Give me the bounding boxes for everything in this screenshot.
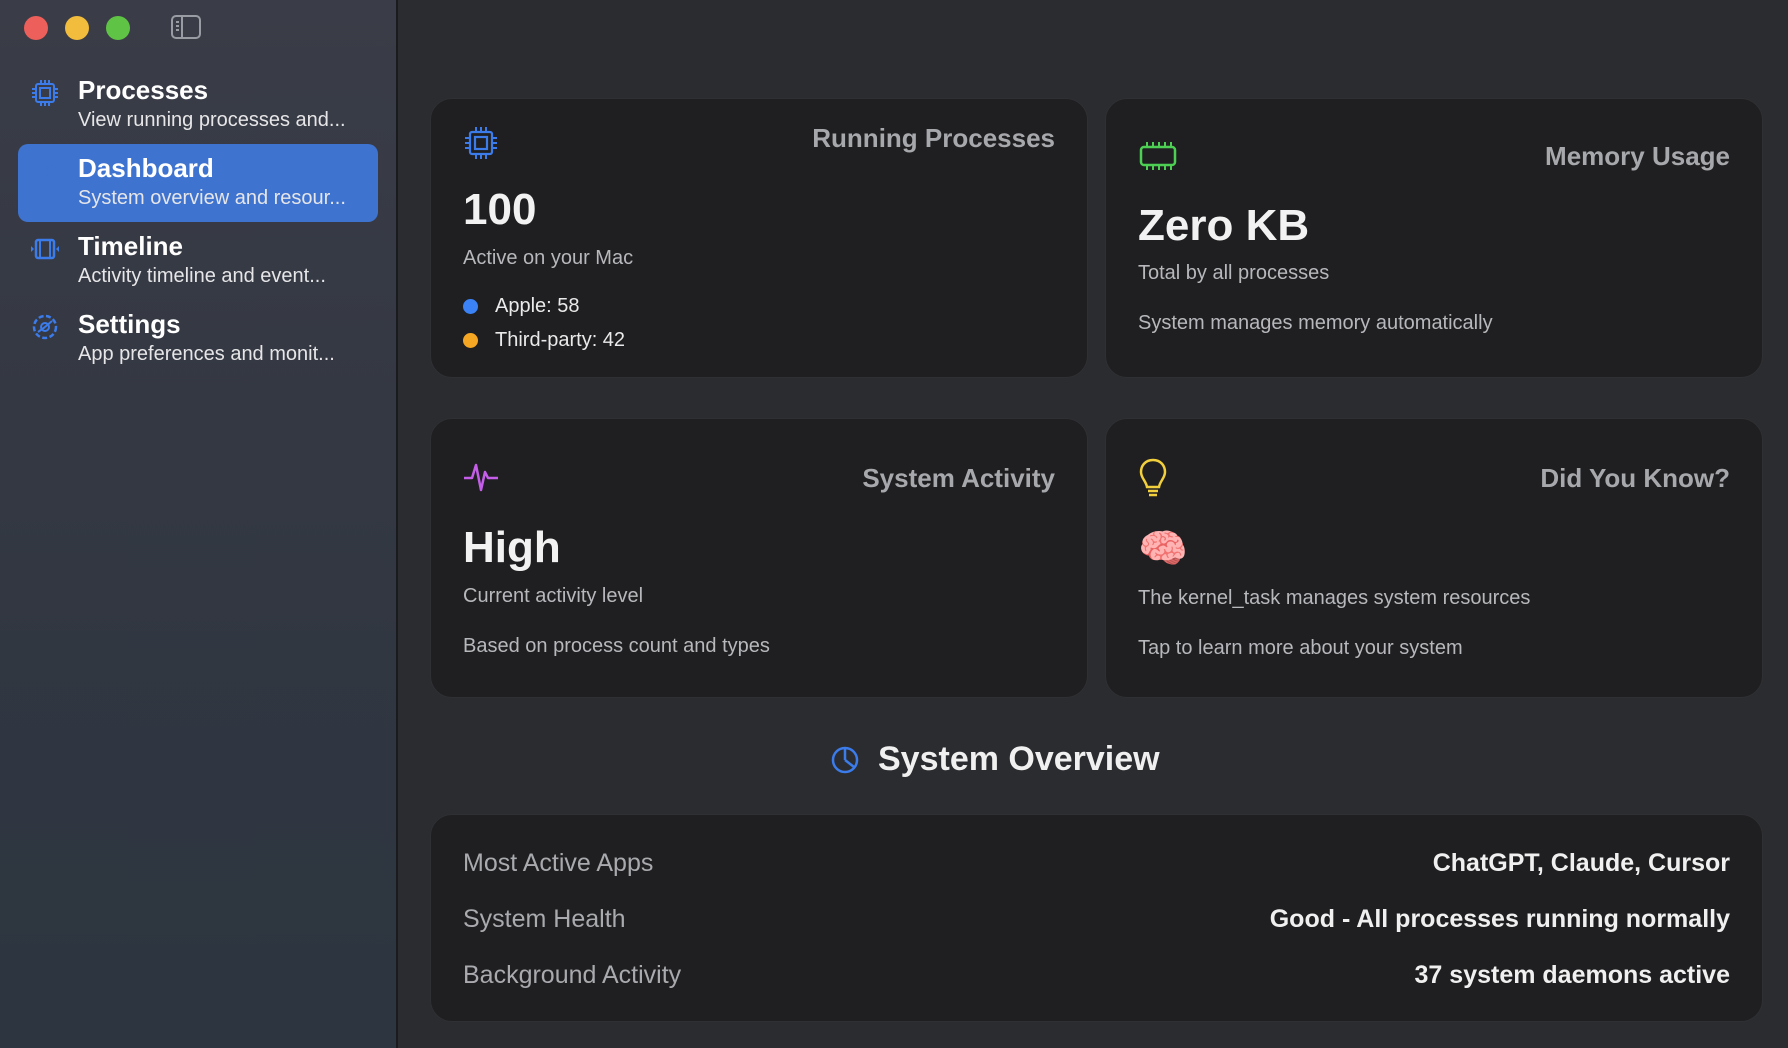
sidebar-item-title: Dashboard	[78, 153, 214, 183]
overview-title: System Overview	[878, 740, 1160, 778]
minimize-window-button[interactable]	[65, 16, 89, 40]
memory-usage-card[interactable]: Memory Usage Zero KB Total by all proces…	[1105, 98, 1763, 378]
overview-label: System Health	[463, 904, 626, 933]
overview-label: Background Activity	[463, 960, 682, 989]
timeline-icon	[31, 238, 59, 260]
card-caption: Current activity level	[463, 585, 644, 607]
sidebar-item-subtitle: System overview and resour...	[78, 187, 346, 209]
overview-value: 37 system daemons active	[1414, 960, 1730, 989]
legend-item-apple: Apple: 58	[463, 295, 580, 318]
third-party-legend-dot	[463, 333, 478, 348]
gear-icon	[32, 314, 58, 340]
close-window-button[interactable]	[24, 16, 48, 40]
card-note: Based on process count and types	[463, 635, 770, 657]
sidebar: Processes View running processes and... …	[0, 0, 398, 1048]
waveform-icon	[464, 463, 498, 492]
zoom-window-button[interactable]	[106, 16, 130, 40]
memory-chip-icon	[1139, 142, 1177, 170]
card-title: System Activity	[862, 463, 1055, 493]
overview-panel: Most Active Apps ChatGPT, Claude, Cursor…	[430, 814, 1763, 1022]
process-count: 100	[463, 185, 537, 234]
memory-value: Zero KB	[1138, 201, 1310, 250]
sidebar-nav: Processes View running processes and... …	[18, 66, 378, 378]
sidebar-toggle-icon[interactable]	[171, 15, 201, 39]
system-activity-card[interactable]: System Activity High Current activity le…	[430, 418, 1088, 698]
dashboard-main: Running Processes 100 Active on your Mac…	[398, 0, 1788, 1048]
sidebar-item-subtitle: View running processes and...	[78, 109, 346, 131]
legend-label: Apple: 58	[495, 295, 580, 317]
sidebar-item-title: Processes	[78, 75, 209, 105]
overview-row: Background Activity 37 system daemons ac…	[463, 955, 1730, 995]
sidebar-item-settings[interactable]: Settings App preferences and monit...	[18, 300, 378, 378]
cpu-chip-icon	[465, 127, 497, 159]
card-caption: The kernel_task manages system resources	[1138, 587, 1531, 609]
sidebar-item-subtitle: Activity timeline and event...	[78, 265, 326, 287]
app-window: Processes View running processes and... …	[0, 0, 1788, 1048]
pie-chart-icon	[831, 746, 859, 773]
legend-label: Third-party: 42	[495, 329, 626, 351]
legend-item-third-party: Third-party: 42	[463, 329, 625, 352]
cpu-chip-icon	[32, 80, 58, 106]
card-caption: Total by all processes	[1138, 262, 1330, 284]
apple-legend-dot	[463, 299, 478, 314]
card-title: Memory Usage	[1545, 141, 1730, 171]
window-controls	[24, 16, 130, 40]
brain-icon: 🧠	[1138, 527, 1188, 571]
lightbulb-icon	[1139, 458, 1167, 497]
gauge-icon	[32, 163, 58, 177]
sidebar-item-title: Timeline	[78, 231, 184, 261]
overview-label: Most Active Apps	[463, 848, 654, 877]
sidebar-item-timeline[interactable]: Timeline Activity timeline and event...	[18, 222, 378, 300]
card-title: Running Processes	[812, 123, 1055, 153]
overview-row: Most Active Apps ChatGPT, Claude, Cursor	[463, 843, 1730, 883]
sidebar-item-subtitle: App preferences and monit...	[78, 343, 335, 365]
overview-row: System Health Good - All processes runni…	[463, 899, 1730, 939]
sidebar-item-title: Settings	[78, 309, 181, 339]
overview-value: ChatGPT, Claude, Cursor	[1432, 848, 1730, 877]
sidebar-item-dashboard[interactable]: Dashboard System overview and resour...	[18, 144, 378, 222]
activity-level: High	[463, 523, 561, 572]
overview-value: Good - All processes running normally	[1269, 904, 1730, 933]
card-note: Tap to learn more about your system	[1138, 637, 1463, 659]
sidebar-item-processes[interactable]: Processes View running processes and...	[18, 66, 378, 144]
overview-header: System Overview	[830, 740, 1160, 779]
did-you-know-card[interactable]: Did You Know? 🧠 The kernel_task manages …	[1105, 418, 1763, 698]
card-title: Did You Know?	[1540, 463, 1730, 493]
card-note: System manages memory automatically	[1138, 312, 1493, 334]
running-processes-card[interactable]: Running Processes 100 Active on your Mac…	[430, 98, 1088, 378]
card-caption: Active on your Mac	[463, 247, 634, 269]
